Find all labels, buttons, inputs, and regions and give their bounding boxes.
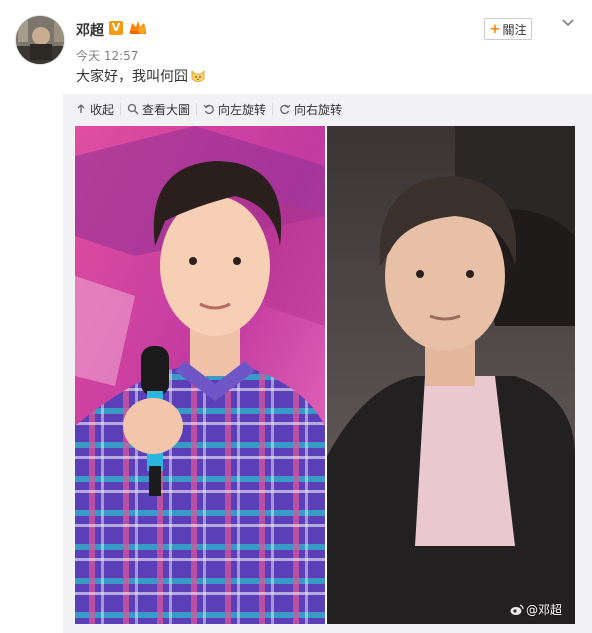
post-timestamp[interactable]: 今天 12:57 <box>76 47 138 64</box>
rotate-right-button[interactable]: 向右旋转 <box>273 99 348 119</box>
time-value: 12:57 <box>103 49 139 63</box>
follow-button-label: 關注 <box>502 22 527 37</box>
rotate-left-button[interactable]: 向左旋转 <box>197 99 272 119</box>
view-large-label: 查看大圖 <box>142 102 191 117</box>
weibo-logo-icon <box>510 604 524 615</box>
right-photo <box>327 126 575 624</box>
rotate-right-icon <box>280 104 291 115</box>
post-image[interactable] <box>75 126 575 624</box>
collapse-label: 收起 <box>90 102 115 117</box>
vip-crown-icon <box>130 21 146 34</box>
post-text-content: 大家好，我叫何囧 <box>76 69 188 85</box>
rotate-left-icon <box>203 104 214 115</box>
cat-emoji-icon <box>191 70 205 82</box>
collapse-button[interactable]: 收起 <box>75 99 120 119</box>
post-text: 大家好，我叫何囧 <box>76 67 206 87</box>
time-label: 今天 <box>76 49 101 63</box>
zoom-icon <box>127 103 139 115</box>
image-toolbar: 收起 查看大圖 向左旋转 向右旋转 <box>75 99 348 119</box>
plus-icon: + <box>489 21 501 37</box>
collapse-icon <box>77 104 85 113</box>
watermark-text: @邓超 <box>526 603 563 617</box>
avatar[interactable] <box>15 15 65 65</box>
chevron-down-icon[interactable] <box>560 14 576 30</box>
rotate-left-label: 向左旋转 <box>218 102 267 117</box>
follow-button[interactable]: + 關注 <box>484 18 532 40</box>
weibo-post: 邓超 V + 關注 今天 12:57 大家好，我叫何囧 收起 查看大圖 向左旋转… <box>0 0 592 633</box>
view-large-button[interactable]: 查看大圖 <box>121 99 196 119</box>
image-watermark: @邓超 <box>510 601 562 618</box>
username[interactable]: 邓超 <box>76 20 104 40</box>
left-photo <box>75 126 325 624</box>
verified-badge-icon: V <box>109 21 123 35</box>
rotate-right-label: 向右旋转 <box>294 102 343 117</box>
